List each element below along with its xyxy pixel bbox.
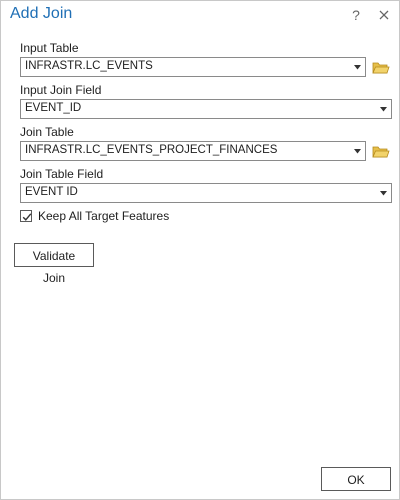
add-join-dialog: Add Join ? Input Table INFRASTR.LC_EVENT…	[0, 0, 400, 500]
input-join-field-value: EVENT_ID	[25, 102, 82, 114]
input-table-value: INFRASTR.LC_EVENTS	[25, 60, 153, 72]
dialog-title: Add Join	[10, 5, 73, 22]
checkmark-icon	[22, 213, 32, 221]
input-join-field-dropdown[interactable]: EVENT_ID	[20, 99, 392, 119]
help-icon[interactable]: ?	[349, 6, 363, 24]
keep-all-target-features-label: Keep All Target Features	[38, 209, 170, 223]
chevron-down-icon	[380, 191, 387, 196]
join-table-field-value: EVENT ID	[25, 186, 78, 198]
input-table-label: Input Table	[20, 41, 79, 55]
join-table-browse-folder-icon[interactable]	[372, 144, 390, 160]
join-table-value: INFRASTR.LC_EVENTS_PROJECT_FINANCES	[25, 144, 278, 156]
join-table-field-label: Join Table Field	[20, 167, 104, 181]
join-table-field-dropdown[interactable]: EVENT ID	[20, 183, 392, 203]
chevron-down-icon	[380, 107, 387, 112]
join-table-dropdown[interactable]: INFRASTR.LC_EVENTS_PROJECT_FINANCES	[20, 141, 366, 161]
close-icon[interactable]	[376, 6, 394, 24]
join-table-label: Join Table	[20, 125, 74, 139]
input-table-browse-folder-icon[interactable]	[372, 60, 390, 76]
validate-join-button[interactable]: Validate Join	[14, 243, 94, 285]
keep-all-target-features-checkbox[interactable]	[20, 210, 32, 222]
input-join-field-label: Input Join Field	[20, 83, 102, 97]
input-table-dropdown[interactable]: INFRASTR.LC_EVENTS	[20, 57, 366, 77]
chevron-down-icon	[354, 65, 361, 70]
ok-button[interactable]: OK	[321, 467, 391, 491]
chevron-down-icon	[354, 149, 361, 154]
